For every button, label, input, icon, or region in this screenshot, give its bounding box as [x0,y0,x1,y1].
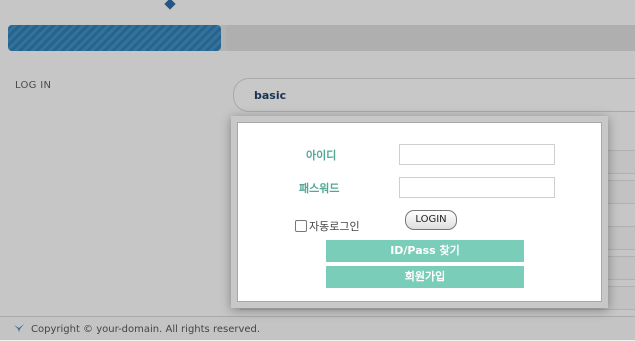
id-label: 아이디 [306,149,337,162]
find-id-pass-button[interactable]: ID/Pass 찾기 [326,240,524,262]
login-dialog: 아이디 패스워드 자동로그인 LOGIN ID/Pass 찾기 회원가입 [231,116,608,308]
login-dialog-body: 아이디 패스워드 자동로그인 LOGIN ID/Pass 찾기 회원가입 [237,122,602,302]
password-input[interactable] [399,177,555,198]
password-label: 패스워드 [299,182,340,195]
signup-button[interactable]: 회원가입 [326,266,524,288]
id-input[interactable] [399,144,555,165]
auto-login-label: 자동로그인 [309,220,360,233]
auto-login-checkbox[interactable] [295,220,307,232]
login-button[interactable]: LOGIN [405,210,457,230]
